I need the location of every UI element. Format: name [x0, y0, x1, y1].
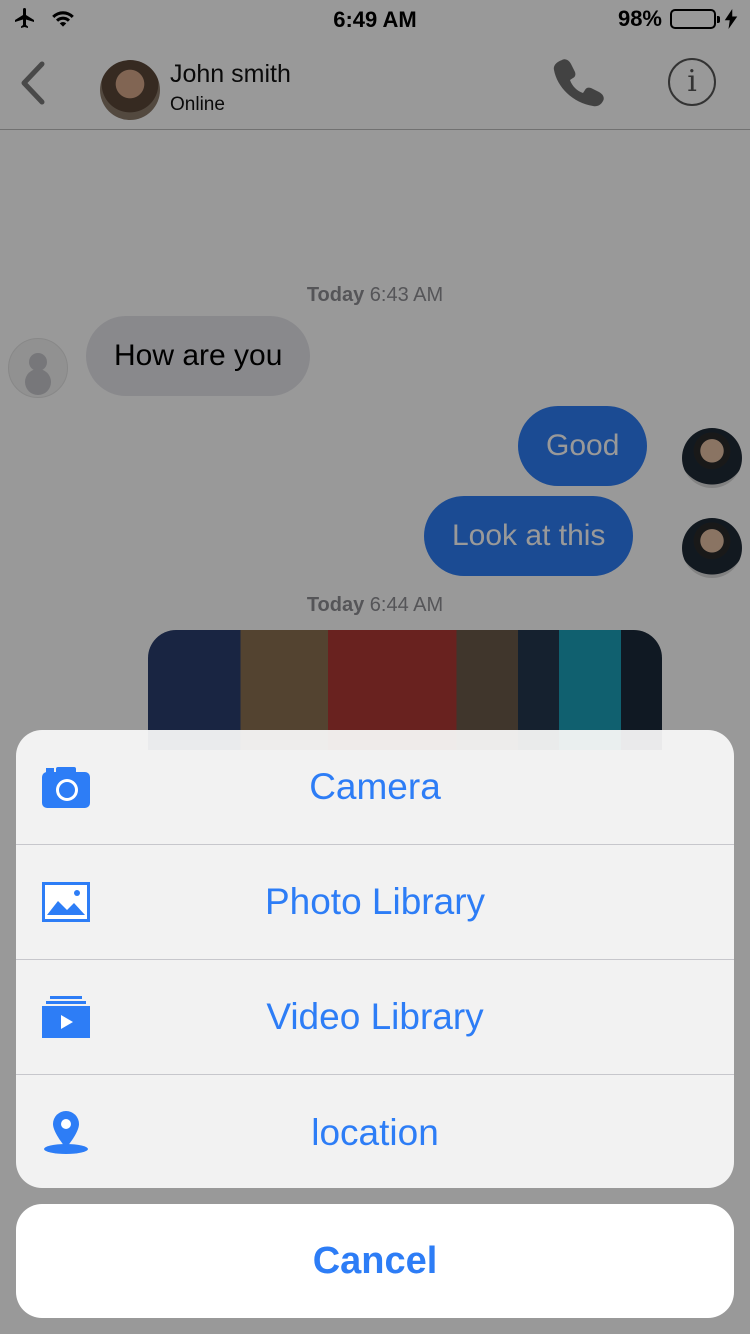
photo-library-label: Photo Library — [264, 881, 486, 922]
attachment-action-sheet: Camera Photo Library Video Library locat… — [16, 730, 734, 1188]
camera-icon — [42, 767, 90, 808]
location-pin-icon — [44, 1111, 88, 1154]
photo-library-option[interactable]: Photo Library — [16, 845, 734, 960]
location-label: location — [311, 1111, 439, 1153]
location-option[interactable]: location — [16, 1075, 734, 1188]
photo-library-icon — [42, 882, 90, 922]
camera-option[interactable]: Camera — [16, 730, 734, 845]
cancel-button[interactable]: Cancel — [16, 1204, 734, 1318]
camera-label: Camera — [309, 766, 441, 807]
video-library-label: Video Library — [266, 996, 484, 1037]
video-library-icon — [42, 996, 90, 1038]
video-library-option[interactable]: Video Library — [16, 960, 734, 1075]
